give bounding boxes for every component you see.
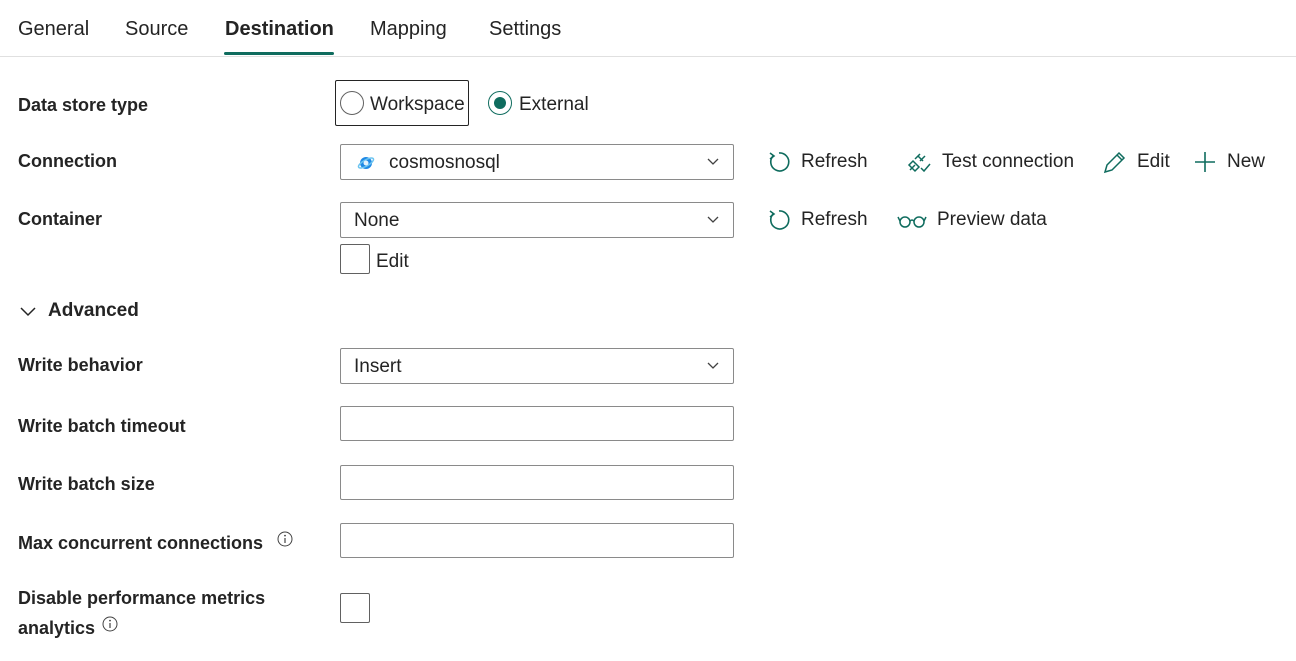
test-connection-button[interactable]: Test connection — [906, 150, 1074, 174]
connection-refresh-label: Refresh — [801, 151, 868, 172]
chevron-down-icon — [707, 362, 719, 369]
tab-source[interactable]: Source — [125, 18, 188, 41]
radio-selected-dot — [494, 97, 506, 109]
container-refresh-label: Refresh — [801, 209, 868, 230]
connection-edit-button[interactable]: Edit — [1101, 150, 1170, 174]
preview-data-button[interactable]: Preview data — [897, 208, 1047, 232]
cosmos-db-icon — [357, 157, 375, 169]
disable-perf-metrics-label-line1: Disable performance metrics — [18, 588, 266, 608]
refresh-icon — [769, 152, 790, 172]
pencil-icon — [1103, 151, 1126, 174]
disable-perf-metrics-checkbox[interactable] — [340, 593, 370, 623]
glasses-icon — [897, 216, 927, 228]
max-concurrent-connections-input[interactable] — [340, 523, 734, 558]
info-icon[interactable] — [277, 531, 293, 547]
connection-dropdown[interactable]: cosmosnosql — [340, 144, 734, 180]
max-concurrent-connections-label: Max concurrent connections — [18, 533, 264, 553]
tab-settings[interactable]: Settings — [489, 18, 561, 41]
plus-icon — [1195, 152, 1215, 172]
disable-perf-metrics-label-line2: analytics — [18, 618, 96, 638]
container-value: None — [354, 210, 400, 231]
radio-workspace-label[interactable]: Workspace — [370, 94, 465, 116]
connection-label: Connection — [18, 151, 117, 171]
radio-external[interactable] — [488, 91, 512, 115]
write-batch-size-input[interactable] — [340, 465, 734, 500]
active-tab-indicator — [224, 52, 334, 55]
tab-general[interactable]: General — [18, 18, 89, 41]
info-icon[interactable] — [102, 616, 118, 632]
tab-bar: General Source Destination Mapping Setti… — [0, 0, 1296, 57]
connection-new-label: New — [1227, 151, 1266, 172]
radio-workspace[interactable] — [340, 91, 364, 115]
container-edit-label[interactable]: Edit — [376, 251, 409, 273]
tab-mapping[interactable]: Mapping — [370, 18, 447, 41]
chevron-down-icon — [20, 307, 36, 317]
write-batch-timeout-input[interactable] — [340, 406, 734, 441]
data-store-type-label: Data store type — [18, 95, 149, 115]
container-dropdown[interactable]: None — [340, 202, 734, 238]
plug-test-icon — [907, 153, 931, 173]
connection-refresh-button[interactable]: Refresh — [767, 150, 868, 174]
write-behavior-label: Write behavior — [18, 355, 143, 375]
write-batch-size-label: Write batch size — [18, 474, 155, 494]
container-edit-checkbox[interactable] — [340, 244, 370, 274]
tab-destination[interactable]: Destination — [225, 18, 334, 41]
write-behavior-dropdown[interactable]: Insert — [340, 348, 734, 384]
radio-external-label[interactable]: External — [519, 94, 589, 116]
chevron-down-icon — [707, 158, 719, 165]
test-connection-label: Test connection — [942, 151, 1075, 172]
refresh-icon — [769, 210, 790, 230]
container-refresh-button[interactable]: Refresh — [767, 208, 868, 232]
connection-new-button[interactable]: New — [1193, 150, 1265, 174]
write-behavior-value: Insert — [354, 356, 402, 377]
preview-data-label: Preview data — [937, 209, 1047, 230]
chevron-down-icon — [707, 216, 719, 223]
advanced-toggle[interactable]: Advanced — [18, 300, 139, 322]
connection-edit-label: Edit — [1137, 151, 1170, 172]
advanced-label: Advanced — [48, 300, 139, 321]
write-batch-timeout-label: Write batch timeout — [18, 416, 186, 436]
connection-value: cosmosnosql — [389, 152, 500, 173]
container-label: Container — [18, 209, 103, 229]
